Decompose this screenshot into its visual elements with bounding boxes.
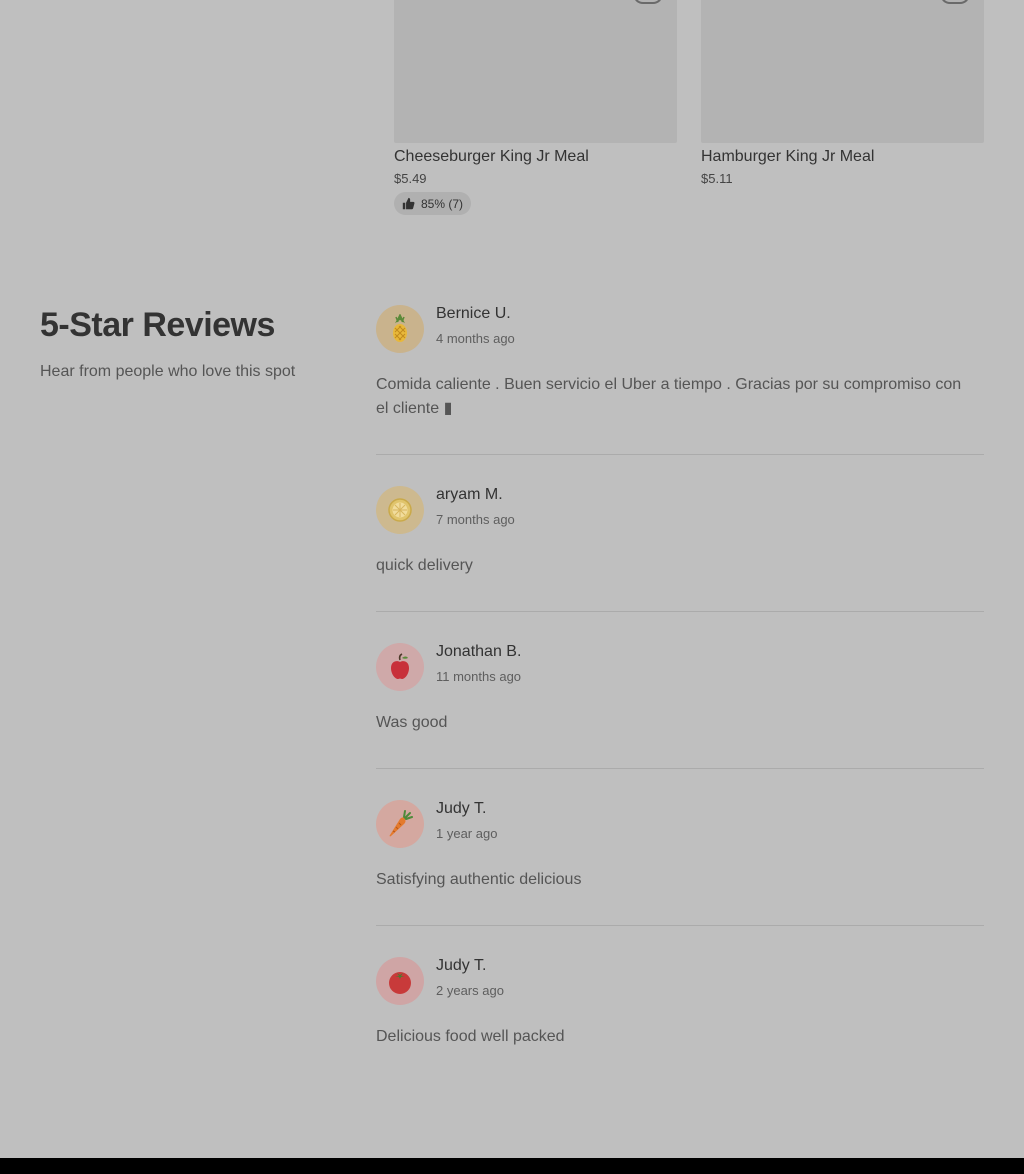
product-card[interactable]: Hamburger King Jr Meal $5.11 xyxy=(701,0,984,186)
review-text: Delicious food well packed xyxy=(376,1028,565,1045)
product-image[interactable] xyxy=(701,0,984,143)
review-date: 4 months ago xyxy=(436,331,515,346)
rating-badge: 85% (7) xyxy=(394,192,472,215)
tomato-icon xyxy=(389,972,411,994)
divider xyxy=(376,611,984,612)
thumbs-up-icon xyxy=(402,197,415,210)
add-icon[interactable] xyxy=(633,0,663,4)
avatar xyxy=(376,643,424,691)
section-title: 5-Star Reviews xyxy=(40,306,275,344)
divider xyxy=(376,454,984,455)
reviewer-name: Judy T. xyxy=(436,800,487,817)
rating-value: 85% (7) xyxy=(421,196,464,211)
review-text: Satisfying authentic delicious xyxy=(376,871,582,888)
avatar xyxy=(376,957,424,1005)
divider xyxy=(376,768,984,769)
review-date: 1 year ago xyxy=(436,826,498,841)
divider xyxy=(376,925,984,926)
apple-icon xyxy=(391,653,409,679)
avatar xyxy=(376,486,424,534)
reviewer-name: aryam M. xyxy=(436,486,503,503)
footer-bar xyxy=(0,1158,1024,1174)
avatar xyxy=(376,305,424,353)
product-name: Hamburger King Jr Meal xyxy=(701,148,875,165)
pineapple-icon xyxy=(393,314,407,342)
review-text: Comida caliente . Buen servicio el Uber … xyxy=(376,376,962,417)
avatar xyxy=(376,800,424,848)
reviewer-name: Bernice U. xyxy=(436,305,511,322)
review-text: Was good xyxy=(376,714,448,731)
reviewer-name: Jonathan B. xyxy=(436,643,522,660)
lemon-icon xyxy=(388,498,412,522)
add-icon[interactable] xyxy=(940,0,970,4)
review-date: 11 months ago xyxy=(436,669,522,684)
review-text: quick delivery xyxy=(376,557,473,574)
product-card[interactable]: Cheeseburger King Jr Meal $5.49 85% (7) xyxy=(394,0,677,215)
product-image[interactable] xyxy=(394,0,677,143)
review-date: 2 years ago xyxy=(436,983,504,998)
review-date: 7 months ago xyxy=(436,512,515,527)
product-name: Cheeseburger King Jr Meal xyxy=(394,148,589,165)
section-subtitle: Hear from people who love this spot xyxy=(40,363,296,380)
product-price: $5.49 xyxy=(394,171,427,186)
carrot-icon xyxy=(389,810,413,837)
product-price: $5.11 xyxy=(701,171,733,186)
reviewer-name: Judy T. xyxy=(436,957,487,974)
